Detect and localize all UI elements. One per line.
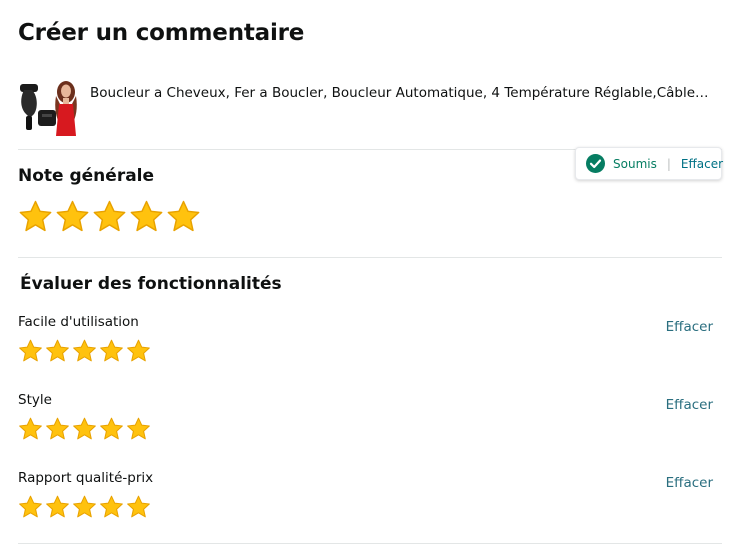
feature-label: Facile d'utilisation [18,314,139,330]
feature-clear-link[interactable]: Effacer [666,319,713,335]
star-icon[interactable] [129,199,164,233]
star-icon[interactable] [99,338,124,363]
product-title: Boucleur a Cheveux, Fer a Boucler, Boucl… [90,85,712,101]
star-icon[interactable] [126,494,151,519]
feature-label: Rapport qualité-prix [18,470,154,486]
star-icon[interactable] [166,199,201,233]
page-title: Créer un commentaire [18,20,305,46]
star-icon[interactable] [72,338,97,363]
star-icon[interactable] [18,416,43,441]
feature-clear-link[interactable]: Effacer [666,397,713,413]
feature-ease-of-use: Facile d'utilisation Effacer [18,314,722,370]
feature-value-for-money: Rapport qualité-prix Effacer [18,470,722,526]
section-divider [18,257,722,258]
star-icon[interactable] [126,338,151,363]
product-summary: Boucleur a Cheveux, Fer a Boucler, Boucl… [18,74,722,136]
star-icon[interactable] [99,416,124,441]
check-circle-icon [586,154,605,173]
feature-clear-link[interactable]: Effacer [666,475,713,491]
submitted-status: Soumis | Effacer [575,147,723,180]
feature-star-rating[interactable] [18,416,153,441]
overall-star-rating[interactable] [18,199,203,233]
star-icon[interactable] [92,199,127,233]
feature-star-rating[interactable] [18,338,153,363]
section-divider [18,543,722,544]
features-heading: Évaluer des fonctionnalités [20,274,282,294]
star-icon[interactable] [18,338,43,363]
overall-clear-link[interactable]: Effacer [681,157,723,171]
feature-label: Style [18,392,52,408]
star-icon[interactable] [45,416,70,441]
star-icon[interactable] [72,416,97,441]
overall-rating-heading: Note générale [18,166,155,186]
star-icon[interactable] [72,494,97,519]
star-icon[interactable] [99,494,124,519]
star-icon[interactable] [45,494,70,519]
submitted-label: Soumis [613,156,657,171]
feature-star-rating[interactable] [18,494,153,519]
status-separator: | [666,156,671,171]
star-icon[interactable] [18,199,53,233]
star-icon[interactable] [45,338,70,363]
star-icon[interactable] [18,494,43,519]
star-icon[interactable] [55,199,90,233]
feature-style: Style Effacer [18,392,722,448]
star-icon[interactable] [126,416,151,441]
product-image [18,74,80,136]
